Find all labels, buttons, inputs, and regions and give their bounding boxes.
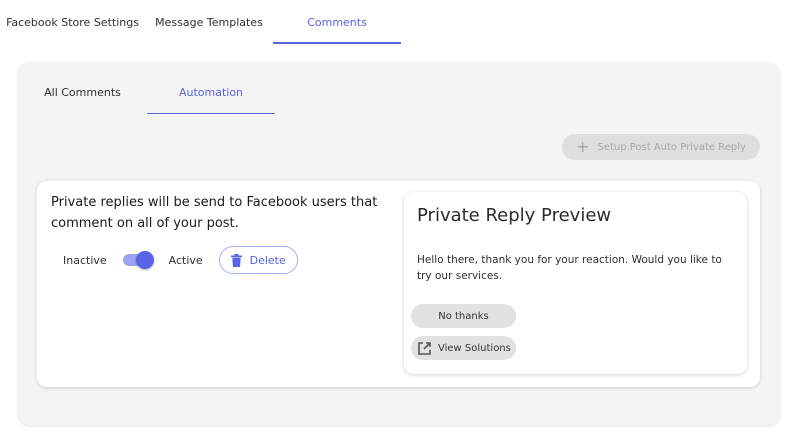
comments-panel: All Comments Automation + Setup Post Aut… xyxy=(18,62,780,425)
tab-facebook-store-settings[interactable]: Facebook Store Settings xyxy=(0,0,145,44)
setup-post-auto-private-reply-button[interactable]: + Setup Post Auto Private Reply xyxy=(562,134,760,160)
toggle-knob xyxy=(135,251,154,269)
active-toggle-switch[interactable] xyxy=(121,250,155,270)
no-thanks-button[interactable]: No thanks xyxy=(411,304,516,328)
sub-tab-bar: All Comments Automation xyxy=(18,62,318,114)
active-label: Active xyxy=(168,253,203,267)
trash-icon xyxy=(230,253,242,267)
tab-comments[interactable]: Comments xyxy=(273,0,401,44)
tab-message-templates[interactable]: Message Templates xyxy=(145,0,273,44)
external-link-icon xyxy=(418,341,431,355)
private-reply-preview: Private Reply Preview Hello there, thank… xyxy=(404,192,747,374)
rule-description: Private replies will be send to Facebook… xyxy=(51,195,378,231)
view-solutions-label: View Solutions xyxy=(438,342,511,354)
preview-message: Hello there, thank you for your reaction… xyxy=(417,254,722,282)
plus-icon: + xyxy=(576,137,590,156)
preview-title: Private Reply Preview xyxy=(417,205,612,226)
tab-all-comments[interactable]: All Comments xyxy=(18,70,147,114)
delete-button[interactable]: Delete xyxy=(218,246,298,274)
top-tab-bar: Facebook Store Settings Message Template… xyxy=(0,0,795,44)
setup-button-label: Setup Post Auto Private Reply xyxy=(597,141,746,153)
status-toggle-row: Inactive Active Delete xyxy=(63,246,298,274)
delete-button-label: Delete xyxy=(249,253,286,267)
inactive-label: Inactive xyxy=(63,253,107,267)
auto-reply-rule-card: Private replies will be send to Facebook… xyxy=(37,181,760,387)
view-solutions-button[interactable]: View Solutions xyxy=(411,336,516,360)
tab-automation[interactable]: Automation xyxy=(147,70,275,114)
